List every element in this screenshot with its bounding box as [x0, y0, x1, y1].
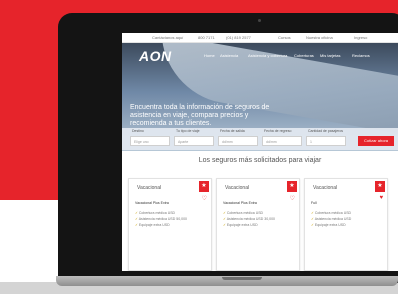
card-subtitle: Vacacional Plus Extra	[223, 201, 257, 205]
card-benefit: ✓ Cobertura médica USD	[223, 211, 263, 215]
star-badge-icon: ★	[287, 181, 297, 192]
camera-icon	[258, 19, 261, 22]
card-benefit-text: Asistencia médica USD 30,000	[226, 217, 275, 221]
card-benefit-text: Equipaje extra USD	[226, 223, 258, 227]
return-date-input[interactable]: dd/mm	[262, 136, 302, 146]
insurance-card[interactable]: Vacacional ★ ♡ Vacacional Plus Extra ✓ C…	[128, 178, 212, 271]
courses-link[interactable]: Cursos	[278, 35, 291, 40]
card-label: Vacacional	[313, 185, 338, 191]
phone-link[interactable]: 800 7171	[198, 35, 215, 40]
departure-date-input[interactable]: dd/mm	[218, 136, 258, 146]
trip-type-label: Tu tipo de viaje	[176, 129, 200, 133]
heart-icon[interactable]: ♥	[379, 195, 383, 201]
quote-button[interactable]: Cotizar ahora	[358, 136, 394, 146]
heart-icon[interactable]: ♡	[202, 195, 207, 202]
office-link[interactable]: Nuestra oficina	[306, 35, 333, 40]
heart-icon[interactable]: ♡	[290, 195, 295, 202]
card-benefit: ✓ Cobertura médica USD	[135, 211, 175, 215]
passengers-select[interactable]: 1	[306, 136, 346, 146]
laptop-screen: Cantáctanos aquí 800 7171 (01) 819 2577 …	[122, 33, 398, 271]
card-label: Vacacional	[225, 185, 250, 191]
section-title: Los seguros más solicitados para viajar	[198, 157, 322, 164]
nav-home[interactable]: Home	[204, 53, 215, 58]
card-benefit-text: Equipaje extra USD	[138, 223, 170, 227]
departure-label: Fecha de salida	[220, 129, 245, 133]
card-benefit-text: Cobertura médica USD	[138, 211, 176, 215]
insurance-card[interactable]: Vacacional ★ ♡ Vacacional Plus Extra ✓ C…	[216, 178, 300, 271]
card-benefit-text: Asistencia médica USD 50,000	[138, 217, 187, 221]
login-link[interactable]: Ingreso	[354, 35, 367, 40]
card-benefit: ✓ Equipaje extra USD	[223, 223, 258, 227]
card-benefit: ✓ Equipaje extra USD	[311, 223, 346, 227]
star-badge-icon: ★	[375, 181, 385, 192]
card-benefit-text: Cobertura médica USD	[314, 211, 352, 215]
card-benefit: ✓ Asistencia médica USD	[311, 217, 351, 221]
nav-coverages[interactable]: Coberturas	[294, 53, 314, 58]
card-benefit: ✓ Equipaje extra USD	[135, 223, 170, 227]
hero-title: Encuentra toda la información de seguros…	[130, 104, 270, 127]
card-benefit-text: Cobertura médica USD	[226, 211, 264, 215]
card-benefit-text: Equipaje extra USD	[314, 223, 346, 227]
card-benefit: ✓ Cobertura médica USD	[311, 211, 351, 215]
card-subtitle: Vacacional Plus Extra	[135, 201, 169, 205]
star-badge-icon: ★	[199, 181, 209, 192]
return-label: Fecha de regreso	[264, 129, 292, 133]
trip-type-select[interactable]: Aparte	[174, 136, 214, 146]
card-label: Vacacional	[137, 185, 162, 191]
insurance-card[interactable]: Vacacional ★ ♥ Full ✓ Cobertura médica U…	[304, 178, 388, 271]
nav-assistance[interactable]: Asistencia	[220, 53, 238, 58]
laptop-notch	[222, 277, 262, 280]
destination-label: Destino	[132, 129, 144, 133]
contact-link[interactable]: Cantáctanos aquí	[152, 35, 183, 40]
card-benefit-text: Asistencia médica USD	[314, 217, 352, 221]
nav-my-cards[interactable]: Mis tarjetas	[320, 53, 340, 58]
top-utility-bar: Cantáctanos aquí 800 7171 (01) 819 2577 …	[122, 33, 398, 43]
nav-claims[interactable]: Reclamos	[352, 53, 370, 58]
nav-assistance-coverage[interactable]: Asistencia y cobertura	[248, 53, 287, 58]
phone-link-alt[interactable]: (01) 819 2577	[226, 35, 251, 40]
card-benefit: ✓ Asistencia médica USD 50,000	[135, 217, 187, 221]
card-subtitle: Full	[311, 201, 317, 205]
destination-select[interactable]: Elige uno	[130, 136, 170, 146]
card-benefit: ✓ Asistencia médica USD 30,000	[223, 217, 275, 221]
aon-logo[interactable]: AON	[139, 48, 172, 64]
passengers-label: Cantidad de pasajeros	[308, 129, 344, 133]
